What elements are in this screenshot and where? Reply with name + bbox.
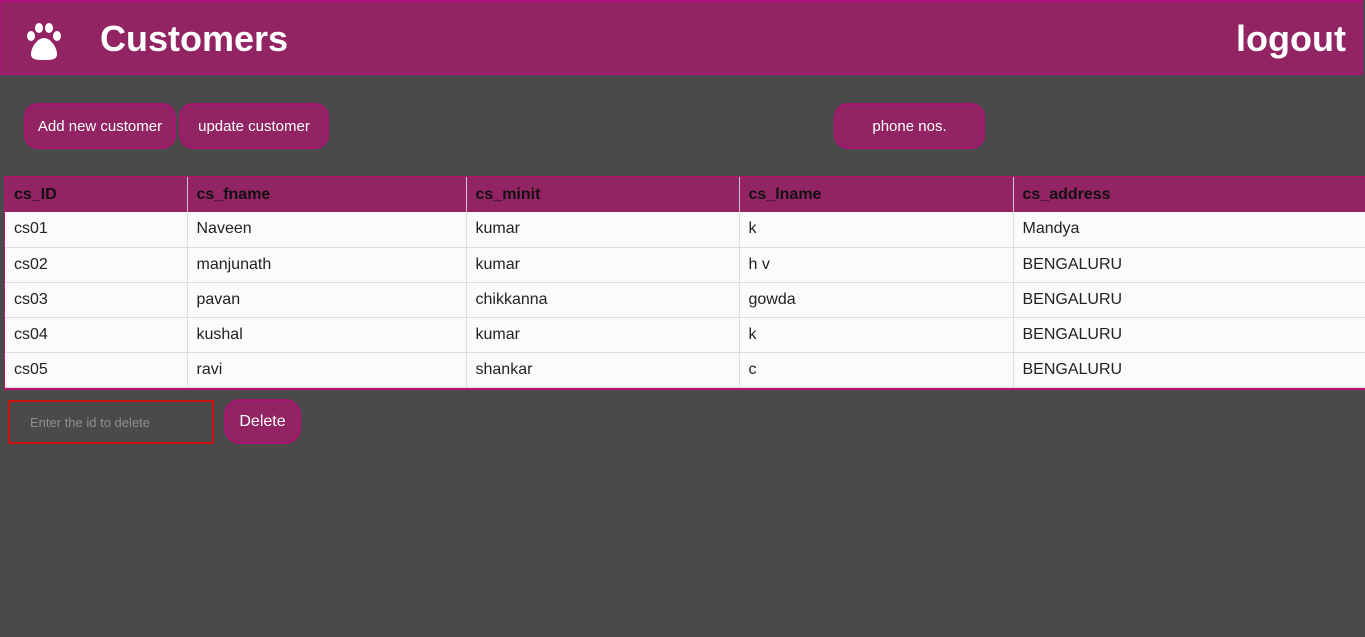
table-cell: k: [739, 317, 1014, 353]
table-cell: cs01: [5, 212, 188, 248]
table-row: cs01 Naveen kumar k Mandya: [5, 212, 1365, 248]
table-cell: kumar: [466, 212, 740, 248]
phone-numbers-button[interactable]: phone nos.: [834, 103, 985, 149]
table-cell: cs03: [5, 282, 188, 318]
update-customer-button[interactable]: update customer: [179, 103, 329, 149]
customers-table: cs_ID cs_fname cs_minit cs_lname cs_addr…: [5, 177, 1365, 388]
column-header: cs_ID: [5, 177, 188, 212]
add-customer-button[interactable]: Add new customer: [24, 103, 176, 149]
table-cell: ravi: [187, 352, 467, 388]
table-cell: kumar: [466, 247, 740, 283]
table-cell: cs02: [5, 247, 188, 283]
table-cell: c: [739, 352, 1014, 388]
table-cell: chikkanna: [466, 282, 740, 318]
customers-table-container: cs_ID cs_fname cs_minit cs_lname cs_addr…: [4, 176, 1365, 390]
table-cell: BENGALURU: [1013, 317, 1365, 353]
table-cell: Naveen: [187, 212, 467, 248]
delete-button[interactable]: Delete: [224, 399, 301, 444]
table-cell: pavan: [187, 282, 467, 318]
table-row: cs03 pavan chikkanna gowda BENGALURU: [5, 282, 1365, 318]
delete-id-input[interactable]: [8, 400, 214, 444]
column-header: cs_lname: [739, 177, 1014, 212]
table-cell: kumar: [466, 317, 740, 353]
table-cell: BENGALURU: [1013, 282, 1365, 318]
table-header-row: cs_ID cs_fname cs_minit cs_lname cs_addr…: [5, 177, 1365, 212]
app-header: Customers logout: [0, 0, 1363, 75]
table-row: cs04 kushal kumar k BENGALURU: [5, 317, 1365, 353]
column-header: cs_fname: [187, 177, 467, 212]
logout-link[interactable]: logout: [1236, 18, 1346, 60]
table-cell: h v: [739, 247, 1014, 283]
paw-icon: [27, 23, 61, 60]
table-cell: BENGALURU: [1013, 247, 1365, 283]
table-row: cs02 manjunath kumar h v BENGALURU: [5, 247, 1365, 283]
table-cell: kushal: [187, 317, 467, 353]
table-cell: BENGALURU: [1013, 352, 1365, 388]
column-header: cs_minit: [466, 177, 740, 212]
table-cell: k: [739, 212, 1014, 248]
table-cell: manjunath: [187, 247, 467, 283]
table-cell: gowda: [739, 282, 1014, 318]
page-title: Customers: [100, 18, 289, 59]
column-header: cs_address: [1013, 177, 1365, 212]
table-row: cs05 ravi shankar c BENGALURU: [5, 352, 1365, 388]
table-cell: Mandya: [1013, 212, 1365, 248]
table-cell: cs05: [5, 352, 188, 388]
table-cell: cs04: [5, 317, 188, 353]
table-cell: shankar: [466, 352, 740, 388]
